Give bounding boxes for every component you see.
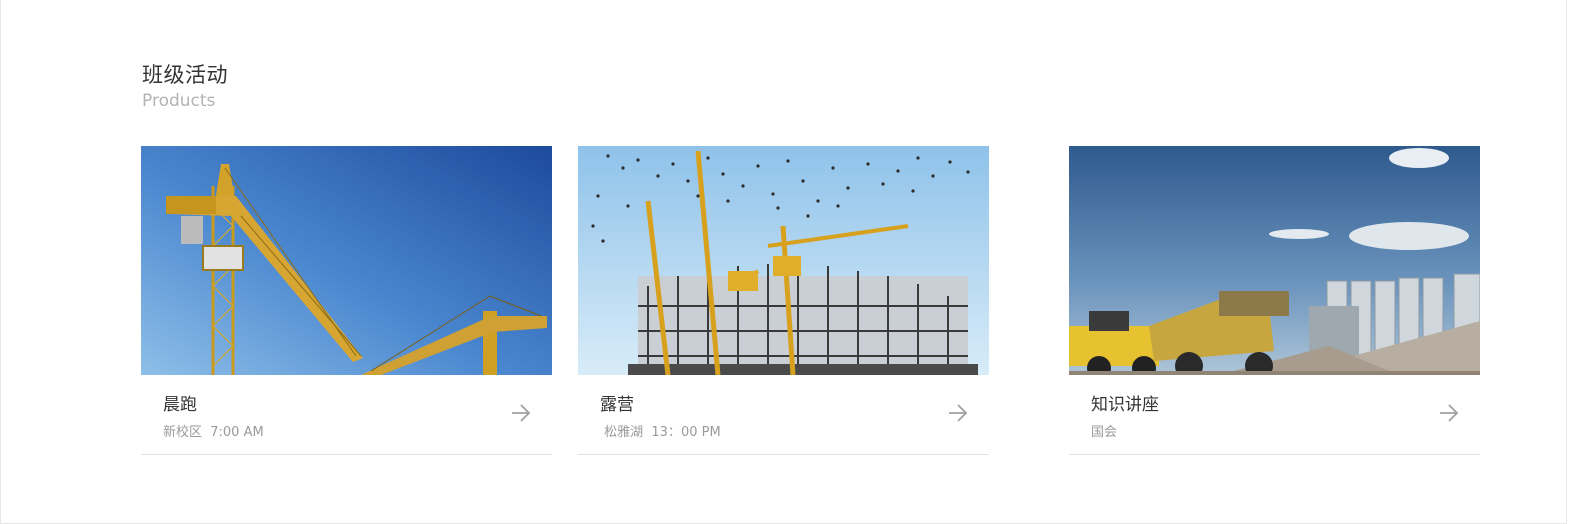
card-meta: 松雅湖 13：00 PM (600, 425, 721, 440)
activity-card-camping[interactable]: 露营 松雅湖 13：00 PM (578, 146, 989, 455)
cranes-scaffold-birds-photo (578, 146, 989, 375)
activity-card-lecture[interactable]: 知识讲座 国会 (1069, 146, 1480, 455)
section-subtitle: Products (142, 91, 216, 111)
card-title: 露营 (600, 395, 634, 415)
card-meta: 新校区 7:00 AM (163, 425, 264, 440)
card-title: 知识讲座 (1091, 395, 1159, 415)
arrow-right-icon[interactable] (947, 401, 969, 425)
card-meta: 国会 (1091, 425, 1118, 440)
loader-silos-gravel-photo (1069, 146, 1480, 375)
section-title: 班级活动 (142, 63, 228, 87)
card-title: 晨跑 (163, 395, 197, 415)
arrow-right-icon[interactable] (510, 401, 532, 425)
yellow-cranes-blue-sky-photo (141, 146, 552, 375)
arrow-right-icon[interactable] (1438, 401, 1460, 425)
activity-card-morning-run[interactable]: 晨跑 新校区 7:00 AM (141, 146, 552, 455)
